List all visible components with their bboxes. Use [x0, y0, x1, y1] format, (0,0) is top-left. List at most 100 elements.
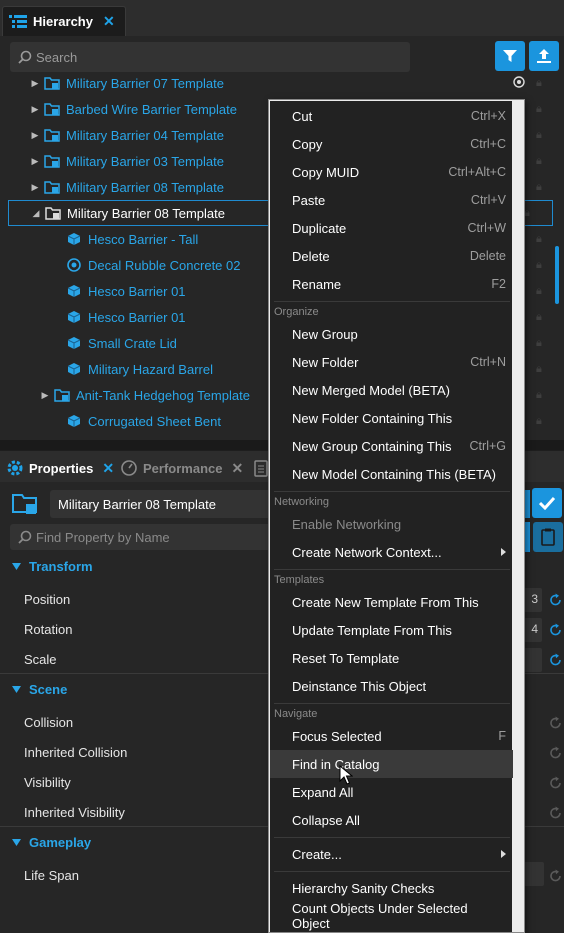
- lock-icon[interactable]: 🔒︎: [536, 129, 546, 141]
- template-folder-icon: [12, 494, 37, 514]
- menu-item-copy[interactable]: Copy Ctrl+C: [270, 130, 514, 158]
- menu-item-new-folder[interactable]: New Folder Ctrl+N: [270, 348, 514, 376]
- mesh-cube-icon: [66, 284, 82, 298]
- menu-item-new-group-containing-this[interactable]: New Group Containing This Ctrl+G: [270, 432, 514, 460]
- menu-item-shortcut: Ctrl+N: [470, 355, 506, 369]
- mesh-cube-icon: [66, 362, 82, 376]
- lock-icon[interactable]: 🔒︎: [536, 259, 546, 271]
- menu-item-rename[interactable]: Rename F2: [270, 270, 514, 298]
- tab-performance[interactable]: Performance ✕: [120, 454, 268, 482]
- reset-icon[interactable]: [549, 806, 563, 820]
- tab-hierarchy[interactable]: Hierarchy ✕: [2, 6, 126, 36]
- menu-item-new-group[interactable]: New Group: [270, 320, 514, 348]
- lock-icon[interactable]: 🔒︎: [536, 77, 546, 89]
- rotation-partial-value: 4: [531, 622, 538, 636]
- menu-item-paste[interactable]: Paste Ctrl+V: [270, 186, 514, 214]
- search-icon: [18, 530, 32, 544]
- clipboard-icon[interactable]: [254, 459, 268, 477]
- confirm-button[interactable]: [532, 488, 562, 518]
- search-icon: [18, 50, 32, 64]
- section-title: Transform: [29, 558, 93, 574]
- lock-icon[interactable]: 🔒︎: [536, 389, 546, 401]
- reset-icon[interactable]: [549, 716, 563, 730]
- reset-icon[interactable]: [549, 869, 563, 883]
- menu-category-label: Navigate: [274, 708, 318, 720]
- menu-item-copy-muid[interactable]: Copy MUID Ctrl+Alt+C: [270, 158, 514, 186]
- tree-row-label: Small Crate Lid: [88, 335, 177, 351]
- menu-item-new-model-containing-this-beta[interactable]: New Model Containing This (BETA): [270, 460, 514, 488]
- menu-item-collapse-all[interactable]: Collapse All: [270, 806, 514, 834]
- mesh-cube-icon: [66, 232, 82, 246]
- menu-item-new-folder-containing-this[interactable]: New Folder Containing This: [270, 404, 514, 432]
- menu-item-cut[interactable]: Cut Ctrl+X: [270, 102, 514, 130]
- reset-icon[interactable]: [549, 746, 563, 760]
- property-label: Visibility: [24, 775, 71, 790]
- property-label: Life Span: [24, 868, 79, 883]
- menu-item-label: Create Network Context...: [292, 544, 442, 560]
- tab-properties[interactable]: Properties ✕: [6, 454, 114, 482]
- property-label: Position: [24, 592, 71, 607]
- tree-row-label: Military Barrier 08 Template: [66, 179, 224, 195]
- eye-icon[interactable]: [512, 76, 526, 88]
- menu-item-find-in-catalog[interactable]: Find in Catalog: [270, 750, 514, 778]
- lock-icon[interactable]: 🔒︎: [536, 363, 546, 375]
- tree-row[interactable]: ▶ Military Barrier 07 Template 🔒︎: [0, 70, 564, 96]
- reset-icon[interactable]: [549, 776, 563, 790]
- clipboard-button[interactable]: [533, 522, 563, 552]
- close-tab-icon[interactable]: ✕: [103, 13, 115, 30]
- menu-item-expand-all[interactable]: Expand All: [270, 778, 514, 806]
- menu-item-duplicate[interactable]: Duplicate Ctrl+W: [270, 214, 514, 242]
- object-name-field[interactable]: Military Barrier 08 Template: [50, 490, 280, 518]
- menu-separator: [274, 301, 510, 302]
- lock-icon[interactable]: 🔒︎: [536, 103, 546, 115]
- lock-icon[interactable]: 🔒︎: [536, 337, 546, 349]
- context-menu-scrollbar[interactable]: [513, 101, 523, 932]
- lock-icon[interactable]: 🔒︎: [536, 415, 546, 427]
- reset-icon[interactable]: [549, 623, 563, 637]
- close-tab-icon[interactable]: ✕: [102, 460, 114, 477]
- menu-item-create-network-context[interactable]: Create Network Context...: [270, 538, 514, 566]
- menu-item-new-merged-model-beta[interactable]: New Merged Model (BETA): [270, 376, 514, 404]
- section-title: Scene: [29, 681, 68, 697]
- lock-icon[interactable]: 🔒︎: [536, 155, 546, 167]
- close-tab-icon[interactable]: ✕: [231, 460, 243, 477]
- menu-separator: [274, 871, 510, 872]
- lock-icon[interactable]: 🔒︎: [536, 311, 546, 323]
- menu-separator: [274, 837, 510, 838]
- lock-icon[interactable]: 🔒︎: [536, 285, 546, 297]
- expand-arrow-icon[interactable]: ▶: [30, 130, 40, 141]
- menu-item-create-new-template-from-this[interactable]: Create New Template From This: [270, 588, 514, 616]
- expand-arrow-icon[interactable]: ▶: [30, 182, 40, 193]
- lock-icon[interactable]: 🔒︎: [536, 233, 546, 245]
- menu-item-label: Copy: [292, 136, 323, 152]
- tree-row-label: Military Hazard Barrel: [88, 361, 213, 377]
- reset-icon[interactable]: [549, 593, 563, 607]
- filter-button[interactable]: [495, 41, 525, 71]
- section-title: Gameplay: [29, 834, 92, 850]
- lock-icon[interactable]: 🔒︎: [536, 181, 546, 193]
- mesh-cube-icon: [66, 310, 82, 324]
- menu-item-update-template-from-this[interactable]: Update Template From This: [270, 616, 514, 644]
- collapse-triangle-icon: [12, 838, 21, 846]
- menu-item-deinstance-this-object[interactable]: Deinstance This Object: [270, 672, 514, 700]
- lock-icon[interactable]: 🔒︎: [524, 207, 534, 219]
- hierarchy-scrollbar[interactable]: [555, 246, 559, 304]
- mouse-cursor-icon: [339, 765, 353, 785]
- hierarchy-search-input[interactable]: Search: [10, 42, 410, 72]
- collapse-arrow-icon[interactable]: ◢: [31, 208, 41, 219]
- menu-item-reset-to-template[interactable]: Reset To Template: [270, 644, 514, 672]
- menu-item-create[interactable]: Create...: [270, 840, 514, 868]
- expand-arrow-icon[interactable]: ▶: [30, 156, 40, 167]
- menu-item-focus-selected[interactable]: Focus Selected F: [270, 722, 514, 750]
- find-property-input[interactable]: Find Property by Name: [10, 524, 290, 550]
- menu-item-hierarchy-sanity-checks[interactable]: Hierarchy Sanity Checks: [270, 874, 514, 902]
- gear-icon: [7, 460, 23, 476]
- menu-item-delete[interactable]: Delete Delete: [270, 242, 514, 270]
- reset-icon[interactable]: [549, 653, 563, 667]
- upload-button[interactable]: [529, 41, 559, 71]
- expand-arrow-icon[interactable]: ▶: [30, 104, 40, 115]
- menu-item-count-objects-under-selected-object[interactable]: Count Objects Under Selected Object: [270, 901, 514, 931]
- menu-item-label: Enable Networking: [292, 516, 402, 532]
- expand-arrow-icon[interactable]: ▶: [30, 78, 40, 89]
- expand-arrow-icon[interactable]: ▶: [40, 390, 50, 401]
